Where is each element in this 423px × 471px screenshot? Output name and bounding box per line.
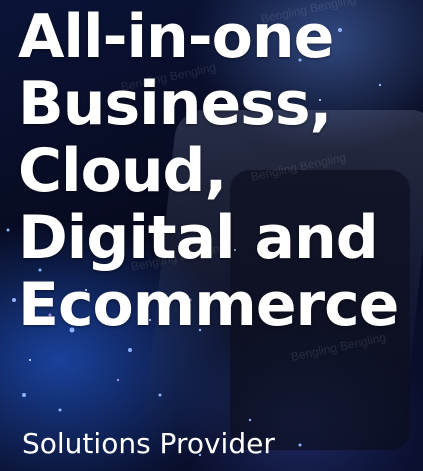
hero-banner: Bengling Bengling Bengling Bengling Beng… bbox=[0, 0, 423, 471]
headline-line: Ecommerce bbox=[18, 270, 399, 340]
hero-subheadline: Solutions Provider bbox=[22, 427, 275, 460]
headline-line: Digital and bbox=[18, 203, 379, 273]
headline-line: Cloud, bbox=[18, 136, 227, 206]
headline-line: All-in-one bbox=[18, 2, 334, 72]
headline-line: Business, bbox=[18, 69, 332, 139]
hero-headline: All-in-one Business, Cloud, Digital and … bbox=[18, 2, 399, 340]
